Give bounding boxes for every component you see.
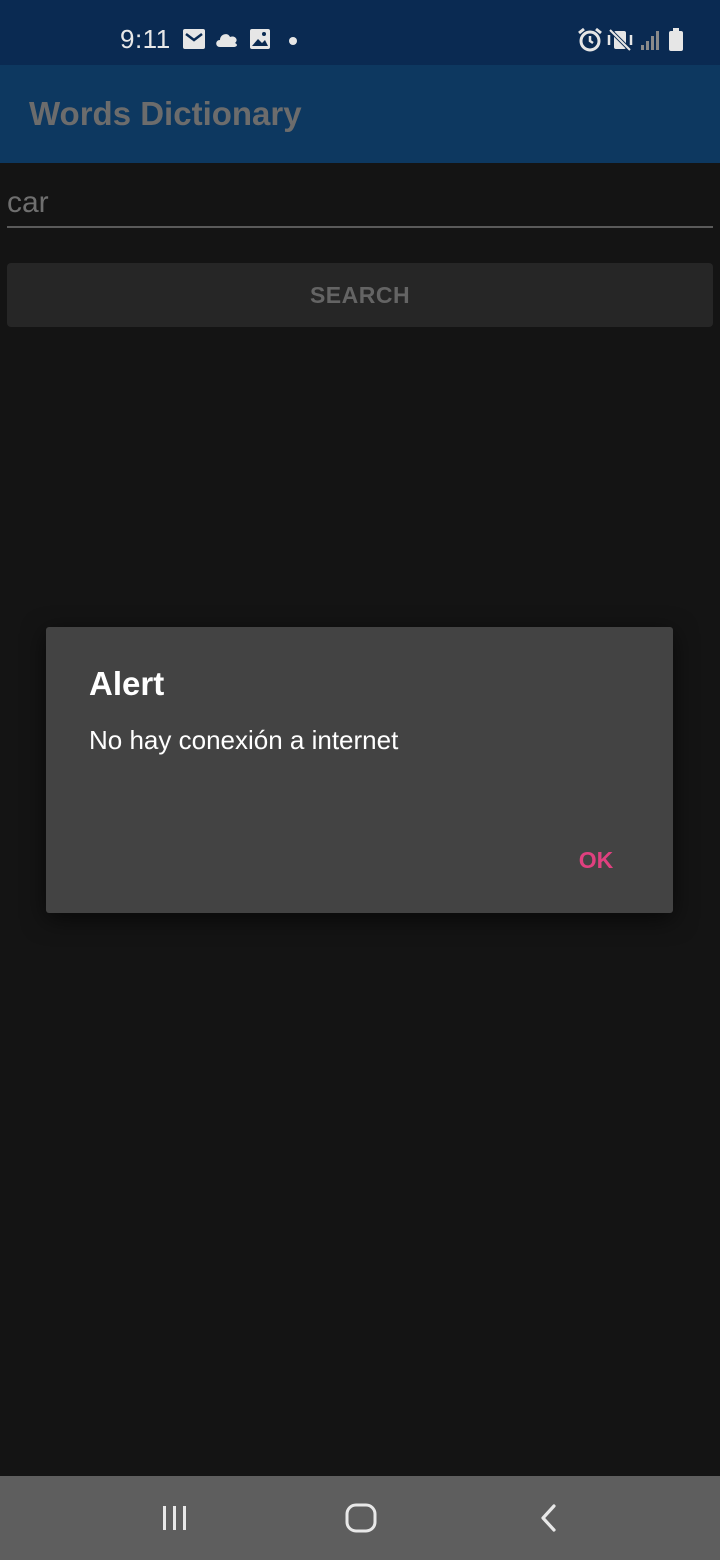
screen: 9:11 Words Dictionary car SEARCH Alert N…: [0, 0, 720, 1560]
status-time: 9:11: [120, 24, 171, 54]
image-icon: [250, 29, 270, 49]
alarm-icon: [578, 27, 602, 52]
search-button[interactable]: SEARCH: [7, 263, 713, 327]
battery-icon: [669, 28, 683, 51]
search-input[interactable]: car: [7, 178, 713, 228]
status-bar: 9:11: [0, 0, 720, 65]
cloud-icon: [216, 34, 237, 47]
home-button[interactable]: [337, 1496, 385, 1540]
dialog-title: Alert: [89, 665, 165, 702]
dialog-message: No hay conexión a internet: [89, 725, 399, 755]
app-title: Words Dictionary: [29, 95, 302, 132]
app-bar: Words Dictionary: [0, 65, 720, 163]
navigation-bar: [0, 1476, 720, 1560]
mail-icon: [183, 29, 205, 49]
recent-apps-icon: [163, 1506, 186, 1530]
signal-icon: [641, 31, 659, 50]
back-icon: [541, 1504, 556, 1532]
dot-icon: [289, 37, 297, 45]
recent-apps-button[interactable]: [151, 1496, 199, 1540]
home-icon: [345, 1503, 377, 1533]
alert-dialog: Alert No hay conexión a internet OK: [46, 627, 673, 913]
ok-button[interactable]: OK: [560, 840, 632, 880]
back-button[interactable]: [525, 1496, 573, 1540]
vibrate-mute-icon: [607, 28, 633, 52]
